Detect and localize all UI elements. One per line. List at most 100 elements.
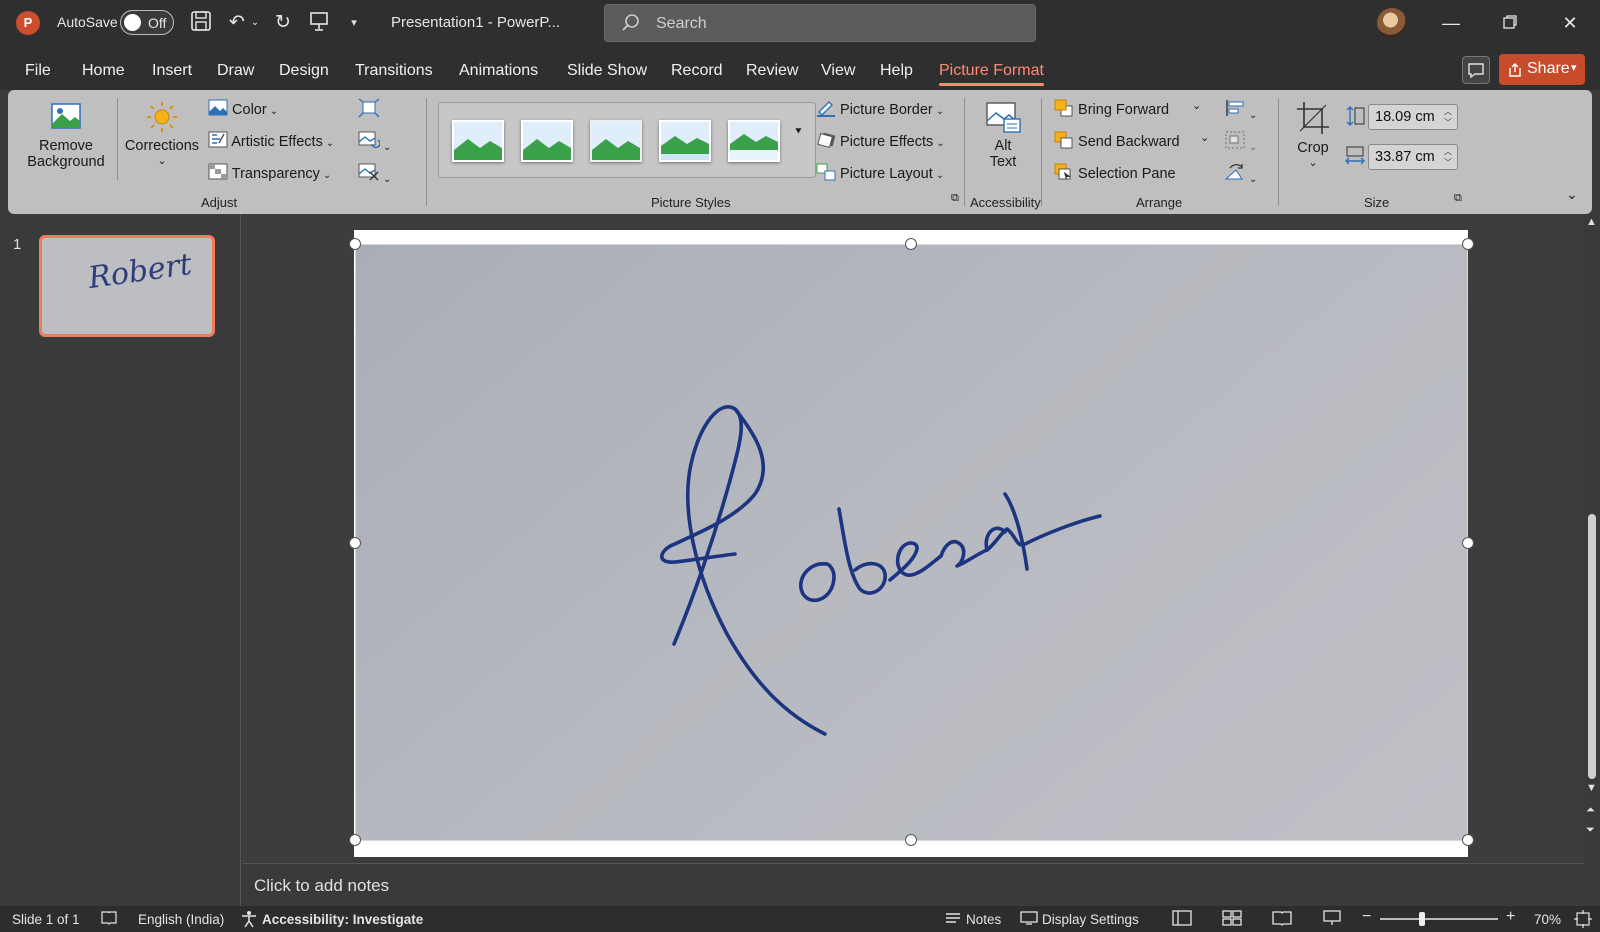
undo-icon[interactable]: ↶ — [224, 10, 250, 36]
scrollbar-thumb[interactable] — [1588, 514, 1596, 779]
change-picture-button[interactable]: ⌄ — [358, 130, 391, 154]
alt-text-button[interactable]: Alt Text — [970, 100, 1036, 170]
tab-help[interactable]: Help — [880, 62, 913, 80]
zoom-level[interactable]: 70% — [1534, 912, 1561, 927]
remove-background-button[interactable]: Remove Background — [22, 100, 110, 170]
tab-transitions[interactable]: Transitions — [355, 62, 433, 80]
picture-style-1[interactable] — [452, 120, 504, 162]
next-slide-icon[interactable]: ⏷ — [1586, 824, 1595, 837]
rotate-button[interactable]: ⌄ — [1224, 162, 1257, 186]
scroll-up-icon[interactable]: ▲ — [1586, 216, 1597, 228]
slide-show-view-icon[interactable] — [1322, 910, 1342, 929]
search-box[interactable]: Search — [604, 4, 1036, 42]
tab-design[interactable]: Design — [279, 62, 329, 80]
shape-width-input[interactable]: 33.87 cm ︿ ﹀ — [1368, 144, 1458, 170]
notes-toggle[interactable]: Notes — [966, 912, 1001, 927]
send-backward-button[interactable]: Send Backward — [1054, 131, 1180, 150]
resize-handle-bottom[interactable] — [905, 834, 917, 846]
selection-pane-icon — [1054, 163, 1071, 180]
collapse-ribbon-chevron-icon[interactable]: ⌄ — [1566, 186, 1578, 203]
size-dialog-launcher-icon[interactable]: ⧉ — [1454, 192, 1462, 205]
picture-border-button[interactable]: Picture Border ⌄ — [816, 99, 944, 118]
picture-styles-more-icon[interactable]: ⯆ — [794, 126, 803, 139]
width-spin-arrows-icon[interactable]: ︿ ﹀ — [1444, 146, 1452, 168]
accessibility-status[interactable]: Accessibility: Investigate — [262, 912, 423, 927]
shape-height-input[interactable]: 18.09 cm ︿ ﹀ — [1368, 104, 1458, 130]
slide-sorter-icon[interactable] — [1222, 910, 1242, 929]
tab-insert[interactable]: Insert — [152, 62, 192, 80]
selection-pane-button[interactable]: Selection Pane — [1054, 163, 1176, 182]
tab-home[interactable]: Home — [82, 62, 125, 80]
tab-record[interactable]: Record — [671, 62, 723, 80]
minimize-icon[interactable]: — — [1431, 10, 1471, 36]
normal-view-icon[interactable] — [1172, 910, 1192, 929]
compress-pictures-icon[interactable] — [358, 98, 380, 122]
resize-handle-top-left[interactable] — [349, 238, 361, 250]
resize-handle-top[interactable] — [905, 238, 917, 250]
autosave-toggle[interactable]: Off — [120, 10, 174, 35]
corrections-button[interactable]: Corrections ⌄ — [122, 100, 202, 167]
color-button[interactable]: Color ⌄ — [208, 99, 278, 118]
comment-icon — [1468, 63, 1484, 79]
vertical-scrollbar[interactable]: ▲ ▼ ⏶ ⏷ — [1584, 214, 1600, 862]
display-settings-button[interactable]: Display Settings — [1042, 912, 1139, 927]
transparency-button[interactable]: Transparency ⌄ — [208, 163, 331, 182]
picture-effects-button[interactable]: Picture Effects ⌄ — [816, 131, 945, 150]
language-indicator[interactable]: English (India) — [138, 912, 224, 927]
group-objects-button[interactable]: ⌄ — [1224, 130, 1257, 154]
reset-picture-button[interactable]: ⌄ — [358, 162, 391, 186]
transparency-icon — [208, 163, 228, 180]
tab-animations[interactable]: Animations — [459, 62, 538, 80]
notes-pane[interactable]: Click to add notes — [242, 863, 1584, 906]
align-button[interactable]: ⌄ — [1224, 98, 1257, 122]
picture-style-3[interactable] — [590, 120, 642, 162]
zoom-slider[interactable] — [1380, 918, 1498, 920]
slide-thumbnail-1[interactable]: Robert — [39, 235, 215, 337]
bring-forward-chevron-icon[interactable]: ⌄ — [1192, 99, 1201, 112]
picture-style-2[interactable] — [521, 120, 573, 162]
picture-styles-dialog-launcher-icon[interactable]: ⧉ — [951, 192, 959, 205]
resize-handle-top-right[interactable] — [1462, 238, 1474, 250]
scroll-down-icon[interactable]: ▼ — [1586, 782, 1597, 794]
spelling-check-icon[interactable] — [100, 910, 118, 929]
artistic-effects-button[interactable]: Artistic Effects ⌄ — [208, 131, 334, 150]
tab-view[interactable]: View — [821, 62, 855, 80]
zoom-out-icon[interactable]: − — [1362, 908, 1371, 926]
fit-to-window-icon[interactable] — [1574, 910, 1592, 931]
picture-style-4[interactable] — [659, 120, 711, 162]
resize-handle-bottom-right[interactable] — [1462, 834, 1474, 846]
picture-layout-button[interactable]: Picture Layout ⌄ — [816, 163, 944, 182]
reading-view-icon[interactable] — [1272, 910, 1292, 929]
share-label: Share — [1527, 60, 1570, 77]
tab-draw[interactable]: Draw — [217, 62, 254, 80]
bring-forward-button[interactable]: Bring Forward — [1054, 99, 1169, 118]
zoom-in-icon[interactable]: + — [1506, 908, 1515, 926]
restore-icon[interactable] — [1490, 10, 1530, 36]
user-avatar[interactable] — [1377, 8, 1407, 38]
redo-icon[interactable]: ↻ — [270, 10, 296, 36]
tab-slide-show[interactable]: Slide Show — [567, 62, 647, 80]
customize-toolbar-chevron-icon[interactable]: ▾ — [344, 10, 364, 36]
resize-handle-left[interactable] — [349, 537, 361, 549]
resize-handle-right[interactable] — [1462, 537, 1474, 549]
tab-file[interactable]: File — [25, 62, 51, 80]
divider — [1041, 98, 1042, 206]
zoom-slider-thumb[interactable] — [1419, 912, 1425, 926]
document-title: Presentation1 - PowerP... — [391, 14, 560, 31]
send-backward-label: Send Backward — [1078, 134, 1180, 150]
previous-slide-icon[interactable]: ⏶ — [1586, 804, 1595, 817]
resize-handle-bottom-left[interactable] — [349, 834, 361, 846]
picture-style-5[interactable] — [728, 120, 780, 162]
tab-picture-format[interactable]: Picture Format — [939, 62, 1044, 86]
send-backward-chevron-icon[interactable]: ⌄ — [1200, 131, 1209, 144]
save-icon[interactable] — [188, 10, 214, 36]
height-spin-arrows-icon[interactable]: ︿ ﹀ — [1444, 106, 1452, 128]
share-button[interactable]: Share ▾ — [1499, 54, 1585, 85]
undo-dropdown-chevron-icon[interactable]: ⌄ — [248, 10, 262, 36]
crop-button[interactable]: Crop ⌄ — [1288, 100, 1338, 169]
comments-button[interactable] — [1462, 56, 1490, 84]
close-icon[interactable]: ✕ — [1550, 10, 1590, 36]
tab-review[interactable]: Review — [746, 62, 798, 80]
present-from-start-icon[interactable] — [306, 10, 332, 36]
accessibility-group-label: Accessibility — [970, 195, 1041, 210]
